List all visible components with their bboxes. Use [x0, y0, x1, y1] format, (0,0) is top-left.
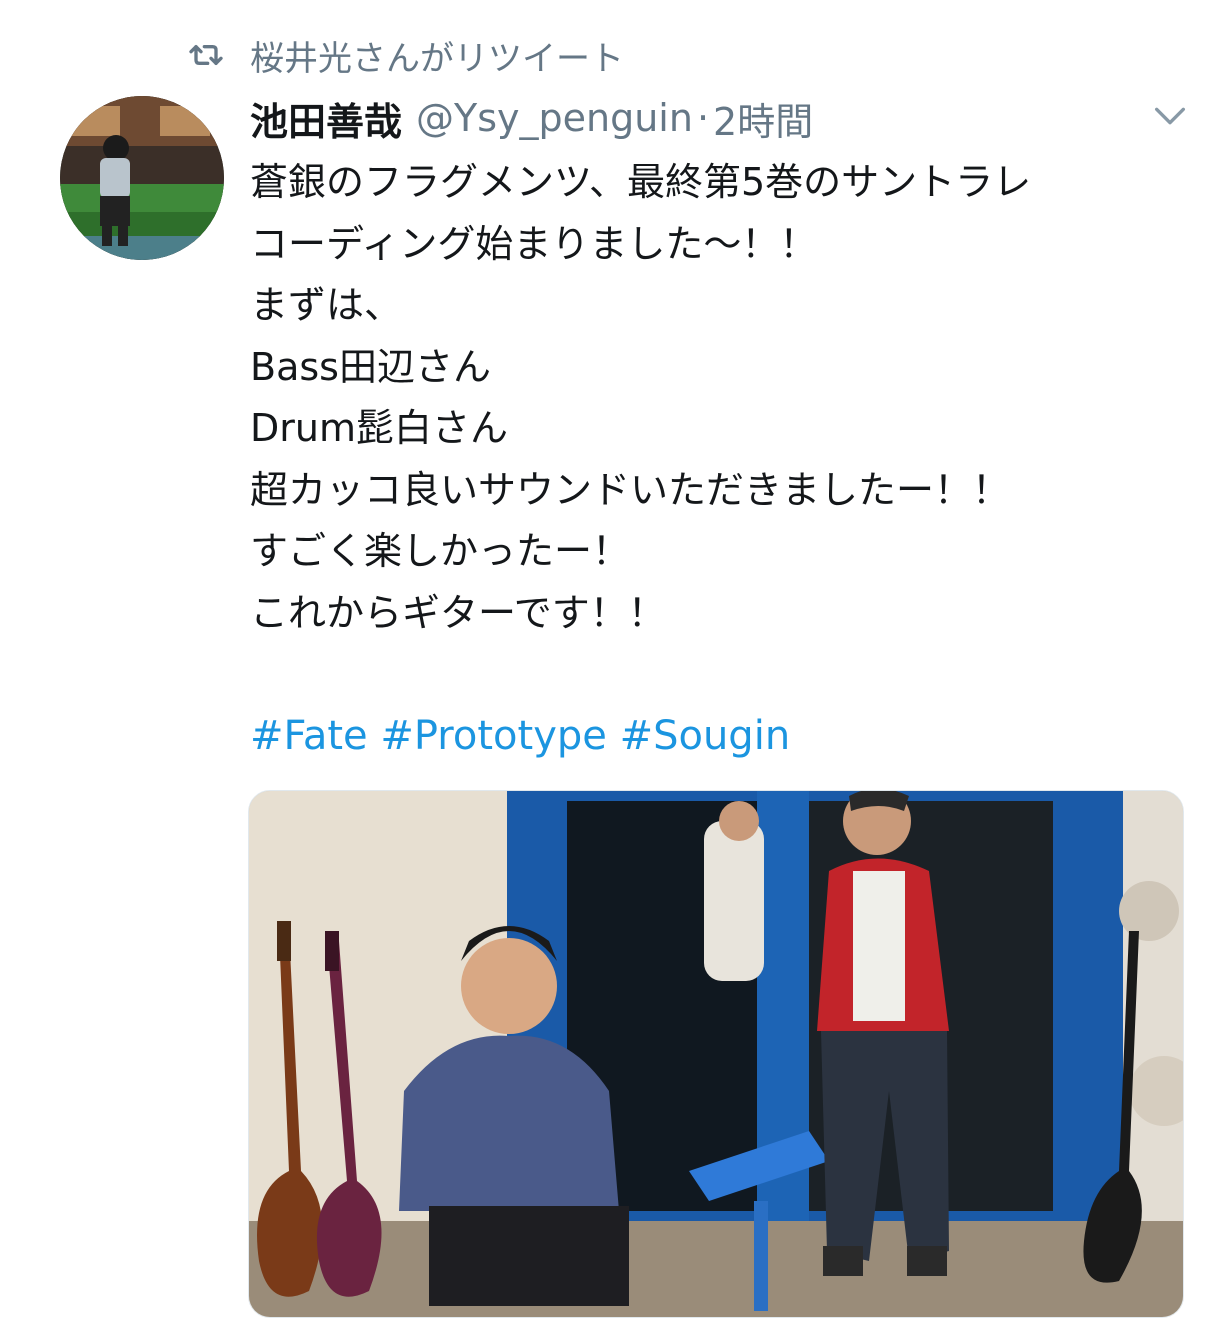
tweet-text-line: すごく楽しかったー！	[250, 529, 631, 573]
avatar-image	[60, 96, 224, 260]
display-name[interactable]: 池田善哉	[250, 91, 402, 146]
separator-dot: ·	[696, 96, 710, 140]
tweet-text-line: 超カッコ良いサウンドいただきましたー！！	[250, 467, 1011, 512]
studio-photo	[249, 791, 1183, 1317]
tweet-header: 池田善哉 @Ysy_penguin · 2時間	[250, 88, 813, 148]
tweet-text-line: 蒼銀のフラグメンツ、最終第5巻のサントラレ	[250, 160, 1032, 204]
retweet-context[interactable]: 桜井光さんがリツイート	[186, 30, 624, 80]
tweet-text-line: Drum髭白さん	[250, 406, 508, 450]
hashtag-link[interactable]: #Prototype	[380, 713, 606, 759]
user-handle[interactable]: @Ysy_penguin	[416, 96, 693, 140]
retweet-icon	[189, 45, 223, 65]
tweet-photo[interactable]	[248, 790, 1184, 1318]
hashtag-link[interactable]: #Fate	[250, 713, 368, 759]
tweet-text-line: これからギターです！！	[250, 590, 666, 635]
hashtag-row: #Fate #Prototype #Sougin	[250, 705, 790, 767]
tweet-text-line: コーディング始まりました〜！！	[250, 221, 818, 266]
tweet-text-line: Bass田辺さん	[250, 344, 491, 389]
timestamp[interactable]: 2時間	[713, 91, 813, 146]
avatar[interactable]	[60, 96, 224, 260]
hashtag-link[interactable]: #Sougin	[620, 713, 791, 759]
tweet-text: 蒼銀のフラグメンツ、最終第5巻のサントラレ コーディング始まりました〜！！ まず…	[250, 152, 1190, 644]
chevron-down-icon[interactable]	[1150, 96, 1190, 136]
tweet-text-line: まずは、	[250, 283, 403, 327]
retweet-text: 桜井光さんがリツイート	[250, 38, 624, 79]
